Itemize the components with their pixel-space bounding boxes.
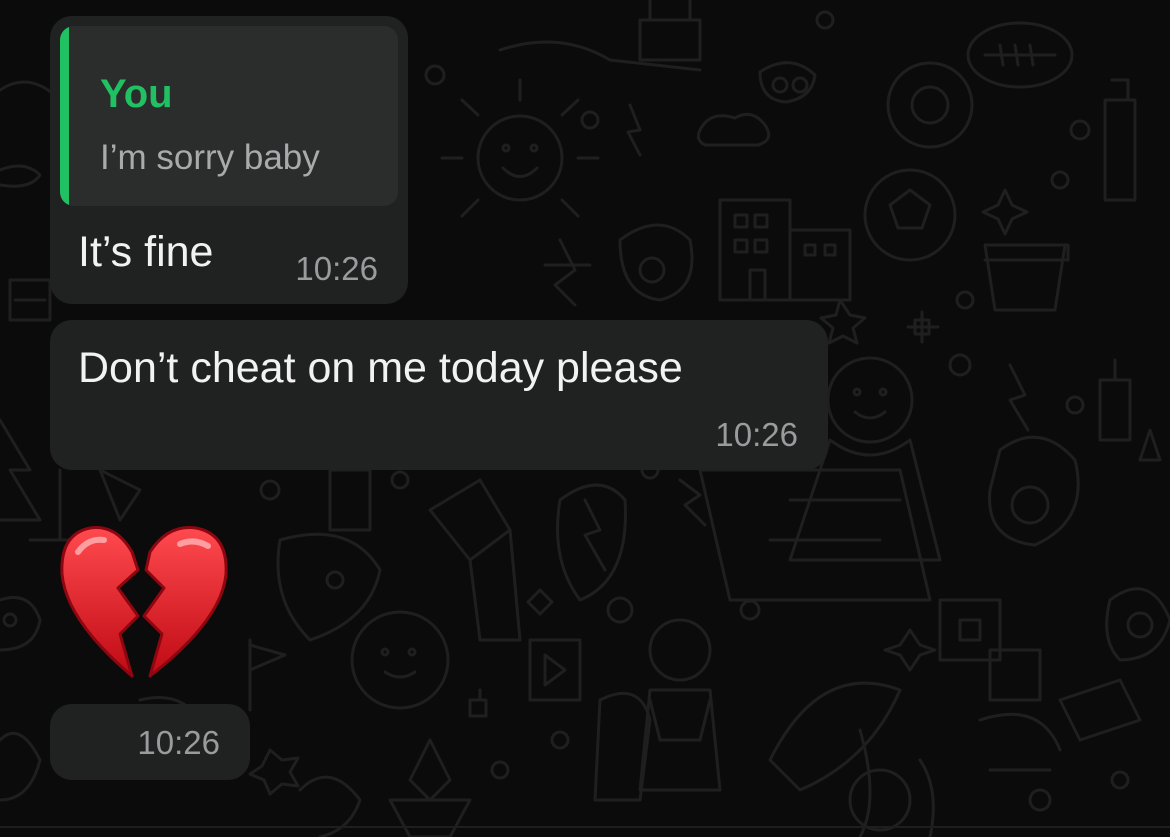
message-bubble[interactable]: Don’t cheat on me today please 10:26 <box>50 320 828 470</box>
quote-text: I’m sorry baby <box>100 138 320 177</box>
quote-accent-bar <box>60 26 69 206</box>
message-timestamp: 10:26 <box>715 416 798 453</box>
message-timestamp: 10:26 <box>295 250 378 287</box>
quoted-message[interactable]: You I’m sorry baby <box>60 26 398 206</box>
broken-heart-emoji-icon[interactable] <box>58 522 230 682</box>
message-text: Don’t cheat on me today please <box>78 344 683 392</box>
divider <box>0 826 1170 828</box>
quote-sender-name: You <box>100 72 173 116</box>
message-timestamp-bubble[interactable]: 10:26 <box>50 704 250 780</box>
message-text: It’s fine <box>78 228 214 276</box>
chat-view: You I’m sorry baby It’s fine 10:26 Don’t… <box>0 0 1170 837</box>
broken-heart-icon <box>60 526 228 678</box>
message-timestamp: 10:26 <box>137 724 220 761</box>
message-bubble-reply[interactable]: You I’m sorry baby It’s fine 10:26 <box>50 16 408 304</box>
